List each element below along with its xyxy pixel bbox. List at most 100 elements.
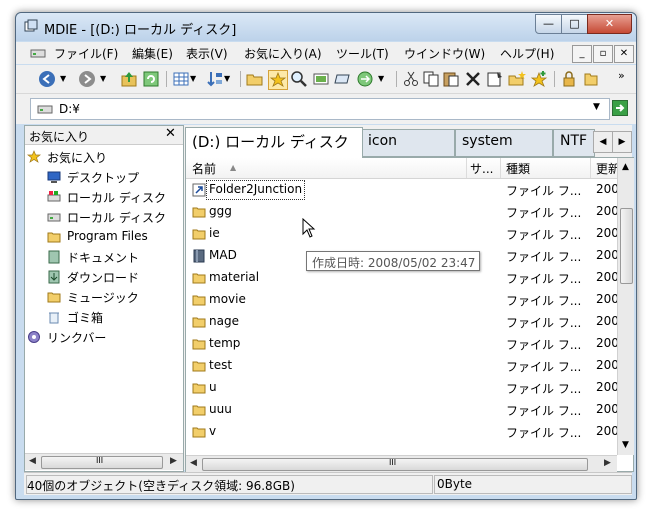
sort-button[interactable]	[206, 70, 224, 88]
file-name: uuu	[209, 402, 232, 416]
mouse-cursor-icon	[302, 218, 316, 238]
scroll-left-icon[interactable]: ◀	[29, 456, 36, 466]
scroll-thumb[interactable]	[620, 208, 633, 284]
thumbnail-button[interactable]	[312, 70, 330, 88]
list-horizontal-scrollbar[interactable]: ◀ III ▶	[186, 455, 617, 472]
scroll-right-icon[interactable]: ▶	[604, 458, 611, 468]
preview-button[interactable]	[334, 70, 352, 88]
favorites-button[interactable]	[268, 70, 288, 90]
close-icon: ✕	[604, 17, 615, 30]
tab-scroll-left-icon[interactable]: ◀	[593, 131, 613, 153]
list-item[interactable]: uuu ファイル フ... 2008	[186, 399, 617, 421]
sync-button[interactable]	[356, 70, 374, 88]
properties-button[interactable]	[486, 70, 504, 88]
folder-icon	[192, 295, 206, 306]
delete-button[interactable]	[464, 70, 482, 88]
close-button[interactable]: ✕	[587, 14, 632, 34]
address-dropdown-icon[interactable]: ▼	[593, 102, 600, 112]
mdi-close-button[interactable]: ✕	[614, 45, 634, 63]
list-item[interactable]: temp ファイル フ... 2008	[186, 333, 617, 355]
search-button[interactable]	[290, 70, 308, 88]
column-size[interactable]: サ...	[470, 160, 500, 177]
address-input[interactable]: D:¥ ▼	[30, 98, 610, 120]
column-modified[interactable]: 更新	[596, 160, 617, 177]
mdi-restore-button[interactable]: ▫	[593, 45, 613, 63]
sync-dropdown-icon[interactable]: ▼	[378, 74, 388, 92]
file-name: movie	[209, 292, 246, 306]
menu-window[interactable]: ウインドウ(W)	[404, 45, 485, 62]
list-item[interactable]: nage ファイル フ... 2008	[186, 311, 617, 333]
favorites-close-icon[interactable]: ✕	[165, 126, 176, 141]
menu-help[interactable]: ヘルプ(H)	[500, 45, 554, 62]
cut-button[interactable]	[402, 70, 420, 88]
tab-ntf[interactable]: NTF	[553, 129, 595, 157]
back-button[interactable]	[38, 70, 56, 88]
mdi-child-icon[interactable]	[30, 47, 46, 59]
minimize-icon: —	[543, 17, 554, 30]
scroll-left-icon[interactable]: ◀	[190, 458, 197, 468]
tab-local-disk[interactable]: (D:) ローカル ディスク	[185, 127, 363, 158]
title-bar[interactable]: MDIE - [(D:) ローカル ディスク] — □ ✕	[16, 13, 636, 41]
menu-tools[interactable]: ツール(T)	[336, 45, 389, 62]
lock-button[interactable]	[560, 70, 578, 88]
scroll-up-icon[interactable]: ▲	[622, 162, 629, 172]
folder-options-button[interactable]	[582, 70, 600, 88]
menu-view[interactable]: 表示(V)	[186, 45, 228, 62]
column-divider[interactable]	[466, 158, 467, 178]
list-item[interactable]: Folder2Junctionファイル フ...2008	[186, 179, 617, 201]
column-divider[interactable]	[590, 158, 591, 178]
add-favorite-button[interactable]	[530, 70, 548, 88]
tree-item-label: お気に入り	[47, 151, 108, 165]
scroll-right-icon[interactable]: ▶	[170, 456, 177, 466]
refresh-button[interactable]	[142, 70, 160, 88]
open-folder-button[interactable]	[246, 70, 264, 88]
list-vertical-scrollbar[interactable]: ▲ ▼	[617, 158, 634, 455]
mdi-minimize-button[interactable]: _	[572, 45, 592, 63]
file-modified: 2007	[596, 424, 617, 438]
up-folder-button[interactable]	[120, 70, 138, 88]
list-item[interactable]: ie ファイル フ... 2007	[186, 223, 617, 245]
scissors-icon	[404, 71, 418, 86]
paste-button[interactable]	[442, 70, 460, 88]
file-modified: 2007	[596, 226, 617, 240]
maximize-button[interactable]: □	[561, 14, 588, 34]
list-item[interactable]: movie ファイル フ... 2007	[186, 289, 617, 311]
list-item[interactable]: ggg ファイル フ... 2008	[186, 201, 617, 223]
tab-label: icon	[368, 133, 398, 149]
view-mode-button[interactable]	[172, 70, 190, 88]
scroll-down-icon[interactable]: ▼	[622, 440, 629, 450]
forward-button[interactable]	[78, 70, 96, 88]
menu-favorites[interactable]: お気に入り(A)	[244, 45, 322, 62]
scroll-thumb[interactable]: III	[202, 458, 588, 471]
tree-item-label: デスクトップ	[67, 171, 140, 185]
new-folder-button[interactable]	[508, 70, 526, 88]
minimize-button[interactable]: —	[535, 14, 562, 34]
file-type: ファイル フ...	[506, 316, 582, 330]
view-dropdown-icon[interactable]: ▼	[190, 74, 200, 92]
menu-file[interactable]: ファイル(F)	[54, 45, 118, 62]
tab-scroll-right-icon[interactable]: ▶	[612, 131, 632, 153]
list-header: 名前 ▲ サ... 種類 更新	[186, 158, 617, 179]
window-title: MDIE - [(D:) ローカル ディスク]	[44, 23, 237, 38]
copy-button[interactable]	[422, 70, 440, 88]
favorites-horizontal-scrollbar[interactable]: ◀ III ▶	[25, 453, 183, 470]
toolbar-overflow-icon[interactable]: »	[618, 69, 630, 87]
forward-dropdown-icon[interactable]: ▼	[100, 74, 110, 92]
go-button[interactable]	[612, 100, 628, 116]
file-name: temp	[209, 336, 241, 350]
list-item[interactable]: test ファイル フ... 2008	[186, 355, 617, 377]
column-name[interactable]: 名前	[192, 160, 282, 177]
tab-icon[interactable]: icon	[361, 129, 455, 157]
list-item[interactable]: v ファイル フ... 2007	[186, 421, 617, 443]
menu-edit[interactable]: 編集(E)	[132, 45, 173, 62]
column-divider[interactable]	[500, 158, 501, 178]
back-dropdown-icon[interactable]: ▼	[60, 74, 70, 92]
column-type[interactable]: 種類	[506, 160, 586, 177]
list-item[interactable]: u ファイル フ... 2007	[186, 377, 617, 399]
app-window: MDIE - [(D:) ローカル ディスク] — □ ✕ ファイル(F) 編集…	[15, 12, 637, 500]
scroll-thumb[interactable]: III	[41, 456, 163, 469]
sort-dropdown-icon[interactable]: ▼	[224, 74, 234, 92]
toolbar: ▼ ▼ ▼ ▼ ▼ »	[16, 65, 636, 94]
tab-system[interactable]: system	[455, 129, 553, 157]
sort-ascending-icon: ▲	[230, 163, 237, 172]
